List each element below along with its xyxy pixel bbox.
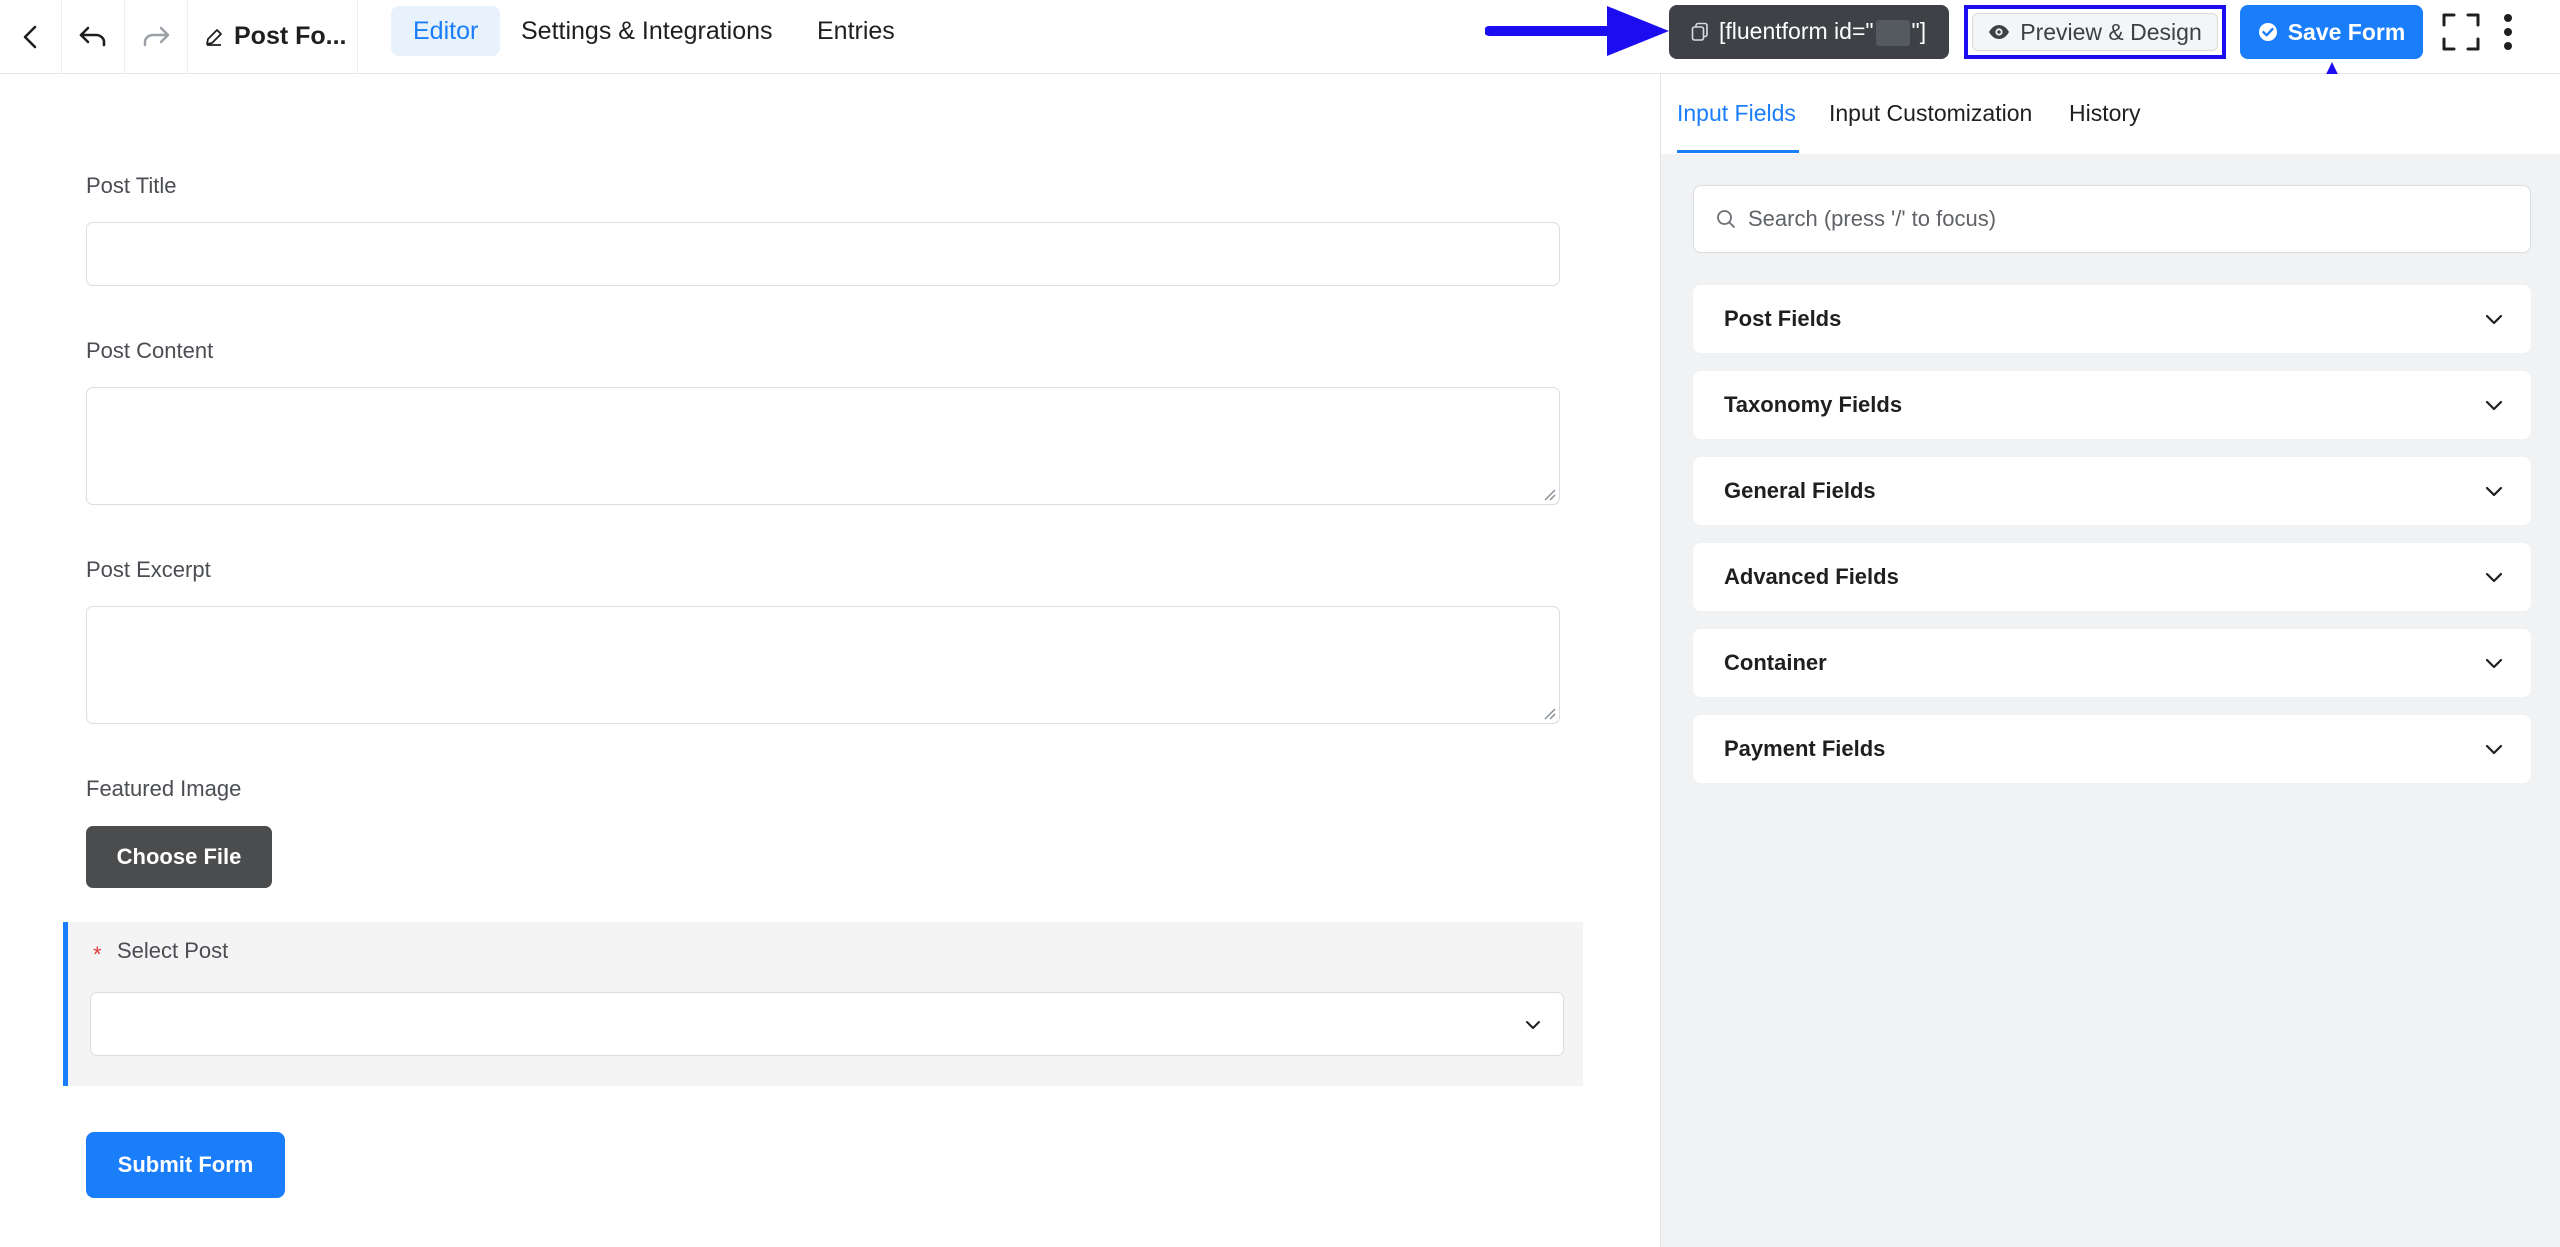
tab-editor[interactable]: Editor xyxy=(391,6,501,56)
select-post-label: Select Post xyxy=(117,938,229,963)
post-content-label: Post Content xyxy=(86,338,214,363)
chevron-down-icon xyxy=(2485,486,2503,497)
required-asterisk: * xyxy=(93,942,102,967)
save-label: Save Form xyxy=(2287,18,2406,45)
accordion-general-fields[interactable]: General Fields xyxy=(1693,457,2531,525)
form-editor-canvas: Post Title Post Content Post Excerpt Fea… xyxy=(0,74,1660,1247)
post-title-input[interactable] xyxy=(86,222,1560,286)
undo-icon xyxy=(79,26,106,46)
accordion-label: Container xyxy=(1724,650,1827,675)
resize-grip-icon[interactable] xyxy=(1542,706,1556,720)
post-excerpt-label: Post Excerpt xyxy=(86,557,211,582)
chevron-down-icon xyxy=(2485,572,2503,583)
tab-entries[interactable]: Entries xyxy=(795,6,917,56)
chevron-left-icon xyxy=(23,25,36,48)
accordion-label: Post Fields xyxy=(1724,306,1842,331)
field-search[interactable] xyxy=(1693,185,2531,253)
back-button[interactable] xyxy=(0,0,62,73)
copy-icon xyxy=(1691,22,1708,41)
top-toolbar: Post Fo... Editor Settings & Integration… xyxy=(0,0,2560,74)
preview-design-button[interactable]: Preview & Design xyxy=(1964,5,2226,59)
kebab-menu-icon[interactable] xyxy=(2500,12,2516,52)
accordion-payment-fields[interactable]: Payment Fields xyxy=(1693,715,2531,783)
redo-icon xyxy=(143,26,170,46)
accordion-label: Payment Fields xyxy=(1724,736,1886,761)
accordion-label: Advanced Fields xyxy=(1724,564,1899,589)
accordion-advanced-fields[interactable]: Advanced Fields xyxy=(1693,543,2531,611)
pencil-icon xyxy=(206,28,222,46)
accordion-label: Taxonomy Fields xyxy=(1724,392,1903,417)
search-input[interactable] xyxy=(1748,206,2508,232)
save-form-button[interactable]: Save Form xyxy=(2240,5,2423,59)
tab-history[interactable]: History xyxy=(2069,100,2141,127)
fullscreen-icon[interactable] xyxy=(2442,13,2480,51)
post-excerpt-textarea[interactable] xyxy=(86,606,1560,724)
post-title-label: Post Title xyxy=(86,173,177,198)
shortcode-prefix: [fluentform id=" xyxy=(1719,18,1874,45)
post-content-textarea[interactable] xyxy=(86,387,1560,505)
shortcode-text: [fluentform id=" "] xyxy=(1719,18,1926,46)
search-icon xyxy=(1717,210,1735,228)
sidebar-tabs: Input Fields Input Customization History xyxy=(1661,74,2560,154)
accordion-container[interactable]: Container xyxy=(1693,629,2531,697)
choose-file-button[interactable]: Choose File xyxy=(86,826,272,888)
redo-button[interactable] xyxy=(125,0,188,73)
chevron-down-icon xyxy=(2485,658,2503,669)
shortcode-id-redacted xyxy=(1875,19,1910,46)
shortcode-suffix: "] xyxy=(1911,18,1927,45)
accordion-label: General Fields xyxy=(1724,478,1876,503)
chevron-down-icon xyxy=(2485,400,2503,411)
tab-input-fields[interactable]: Input Fields xyxy=(1677,100,1796,127)
submit-form-button[interactable]: Submit Form xyxy=(86,1132,285,1198)
chevron-down-icon xyxy=(2485,314,2503,325)
tab-input-customization[interactable]: Input Customization xyxy=(1829,100,2032,127)
undo-button[interactable] xyxy=(62,0,125,73)
resize-grip-icon[interactable] xyxy=(1542,487,1556,501)
fields-sidebar: Input Fields Input Customization History… xyxy=(1660,74,2560,1247)
active-tab-indicator xyxy=(1677,150,1799,153)
preview-label: Preview & Design xyxy=(2020,18,2202,45)
tab-settings-integrations[interactable]: Settings & Integrations xyxy=(499,6,795,56)
select-post-field[interactable]: * Select Post xyxy=(63,922,1583,1086)
select-post-dropdown[interactable] xyxy=(90,992,1564,1056)
form-title: Post Fo... xyxy=(234,22,347,50)
accordion-post-fields[interactable]: Post Fields xyxy=(1693,285,2531,353)
check-circle-icon xyxy=(2258,23,2277,41)
chevron-down-icon xyxy=(1526,1021,1540,1029)
accordion-taxonomy-fields[interactable]: Taxonomy Fields xyxy=(1693,371,2531,439)
chevron-down-icon xyxy=(2485,744,2503,755)
eye-icon xyxy=(1989,25,2010,39)
form-title-button[interactable]: Post Fo... xyxy=(188,0,358,73)
featured-image-label: Featured Image xyxy=(86,776,242,801)
copy-shortcode-button[interactable]: [fluentform id=" "] xyxy=(1669,5,1949,59)
